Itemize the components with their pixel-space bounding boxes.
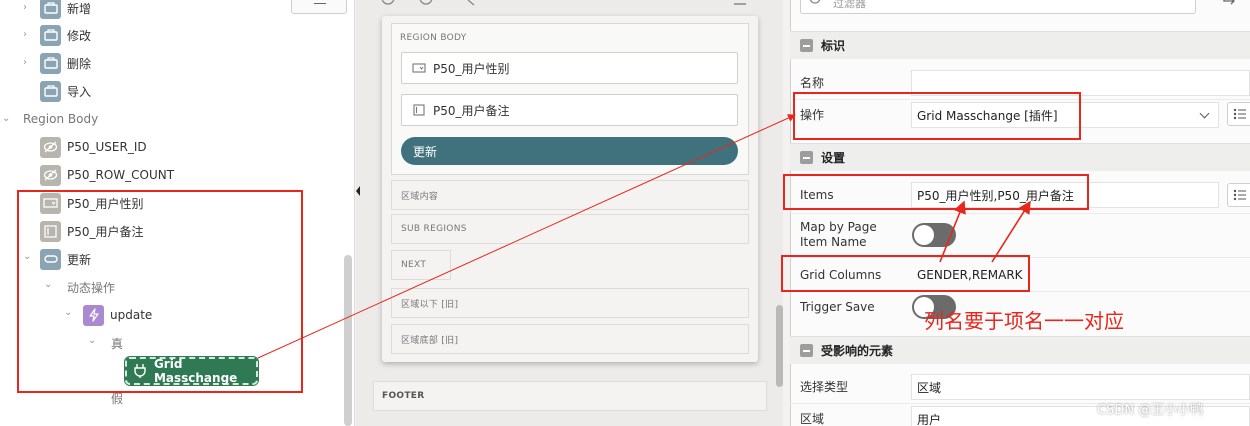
annotation-box-action <box>793 92 1081 140</box>
slot-region-content[interactable]: 区域内容 <box>391 180 749 210</box>
tree-node-label: P50_ROW_COUNT <box>67 168 175 182</box>
region-label: 区域 <box>800 412 825 426</box>
selection-type-value: 区域 <box>917 380 942 395</box>
search-icon <box>809 0 821 4</box>
region-value: 用户 <box>917 412 942 426</box>
slot-next[interactable]: NEXT <box>391 250 451 280</box>
list-of-values-button[interactable] <box>1227 102 1250 126</box>
map-by-page-item-toggle[interactable] <box>912 223 956 247</box>
layout-field-gender[interactable]: P50_用户性别 <box>401 52 738 84</box>
chevron-down-icon <box>1199 108 1210 119</box>
chevron-right-icon[interactable]: › <box>23 29 27 40</box>
filter-placeholder: 过滤器 <box>833 0 866 10</box>
annotation-box-items <box>783 174 1089 210</box>
slot-below-region[interactable]: 区域以下 [旧] <box>391 288 749 318</box>
chevron-right-icon[interactable]: › <box>23 57 27 68</box>
section-affected-elements[interactable]: 受影响的元素 <box>790 336 1250 364</box>
annotation-note: 列名要于项名一一对应 <box>924 309 1124 333</box>
layout-field-remark[interactable]: P50_用户备注 <box>401 94 738 126</box>
region-body-title: REGION BODY <box>400 33 467 43</box>
tree-node-hidden-item[interactable]: P50_ROW_COUNT <box>40 163 174 187</box>
slot-footer[interactable]: FOOTER <box>373 381 767 411</box>
section-identification[interactable]: 标识 <box>790 31 1250 59</box>
app-root: › 新增 › 修改 › 删除 导入 ⌄ Region Body P50_USER… <box>0 0 1250 426</box>
tree-node-label: P50_USER_ID <box>67 140 147 154</box>
button-icon <box>40 24 61 46</box>
trigger-save-label: Trigger Save <box>800 300 875 314</box>
tree-node-label: 导入 <box>67 84 92 99</box>
list-icon <box>1233 189 1246 201</box>
tree-node-button-delete[interactable]: › 删除 <box>23 51 91 75</box>
items-picker-button[interactable] <box>1227 183 1250 207</box>
text-field-icon <box>413 104 425 116</box>
tree-group-label: Region Body <box>23 112 99 126</box>
section-title: 设置 <box>821 151 846 165</box>
watermark: CSDN @王小小鸭 <box>1097 403 1204 418</box>
tree-node-button-edit[interactable]: › 修改 <box>23 23 91 47</box>
section-title: 受影响的元素 <box>821 344 894 358</box>
splitter-collapse-icon[interactable] <box>355 185 361 197</box>
tree-node-region-body[interactable]: ⌄ Region Body <box>2 107 99 131</box>
hidden-eye-icon <box>40 164 61 186</box>
tree-node-label: 修改 <box>67 28 92 43</box>
expand-icon[interactable] <box>467 0 475 6</box>
annotation-box-grid-columns <box>781 255 1030 292</box>
go-to-group-icon[interactable] <box>1222 0 1238 8</box>
tree-scrollbar[interactable] <box>344 255 352 426</box>
layout-update-button[interactable]: 更新 <box>401 137 738 165</box>
section-settings[interactable]: 设置 <box>790 143 1250 171</box>
layout-toolbar <box>381 0 746 6</box>
annotation-box-tree <box>17 190 303 393</box>
slot-sub-regions[interactable]: SUB REGIONS <box>391 214 749 244</box>
selection-type-select[interactable]: 区域 <box>911 374 1250 400</box>
zoom-out-icon[interactable] <box>419 0 433 5</box>
button-icon <box>40 0 61 19</box>
section-title: 标识 <box>821 39 846 53</box>
zoom-in-icon[interactable] <box>381 0 395 5</box>
tree-node-label: 删除 <box>67 56 92 71</box>
layout-scrollbar[interactable] <box>776 305 783 387</box>
map-by-page-item-label: Map by Page Item Name <box>800 220 877 249</box>
selection-type-label: 选择类型 <box>800 380 849 394</box>
tree-menu-button[interactable] <box>291 0 347 14</box>
chevron-down-icon[interactable]: ⌄ <box>2 113 10 124</box>
select-list-icon <box>412 63 426 73</box>
collapse-toggle-icon[interactable] <box>800 39 813 52</box>
collapse-toggle-icon[interactable] <box>800 344 813 357</box>
tree-node-hidden-item[interactable]: P50_USER_ID <box>40 135 147 159</box>
chevron-right-icon[interactable]: › <box>23 2 27 13</box>
button-icon <box>40 80 61 102</box>
button-icon <box>40 52 61 74</box>
tree-node-button-add[interactable]: › 新增 <box>23 0 91 20</box>
hidden-eye-icon <box>40 136 61 158</box>
name-label: 名称 <box>800 76 825 90</box>
row-divider <box>790 213 1250 214</box>
slot-region-bottom[interactable]: 区域底部 [旧] <box>391 324 749 354</box>
property-filter-input[interactable]: 过滤器 <box>800 0 1196 14</box>
layout-field-label: P50_用户备注 <box>433 103 510 118</box>
tree-node-label: 新增 <box>67 1 92 16</box>
collapse-toggle-icon[interactable] <box>800 151 813 164</box>
tree-node-button-import[interactable]: 导入 <box>40 79 91 103</box>
list-icon <box>1233 108 1246 120</box>
layout-field-label: P50_用户性别 <box>433 61 510 76</box>
